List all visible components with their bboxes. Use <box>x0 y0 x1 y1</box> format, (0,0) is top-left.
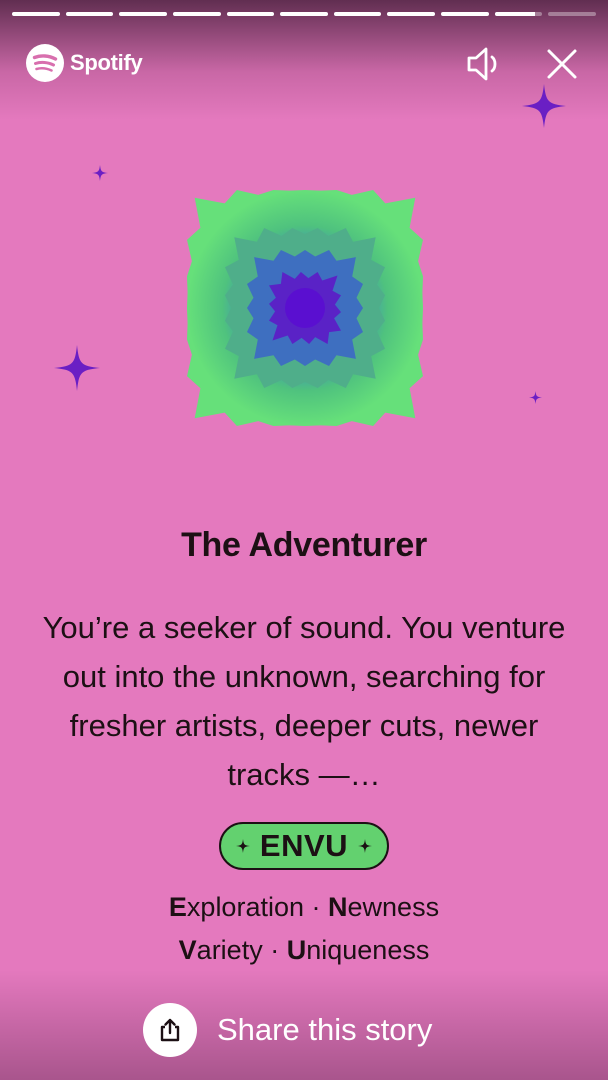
progress-segment <box>65 12 114 16</box>
progress-segment <box>441 12 489 16</box>
trait-newness: Newness <box>328 892 440 922</box>
progress-segment <box>280 12 328 16</box>
story-progress-bar <box>12 12 597 16</box>
progress-segment <box>172 12 221 16</box>
speaker-muted-icon <box>467 47 497 81</box>
sparkle-icon <box>529 391 542 404</box>
progress-segment <box>548 12 597 16</box>
progress-segment-fill <box>494 12 536 16</box>
progress-segment <box>333 12 382 16</box>
progress-segment <box>494 12 543 16</box>
progress-segment-fill <box>119 12 167 16</box>
share-story-button[interactable]: Share this story <box>143 1000 473 1060</box>
persona-code-label: ENVU <box>259 828 349 863</box>
share-icon <box>160 1018 180 1042</box>
brand-name: Spotify <box>70 50 143 75</box>
persona-code-badge: ENVU <box>219 822 389 870</box>
progress-segment <box>387 12 436 16</box>
sparkle-icon <box>92 165 108 181</box>
trait-variety: Variety <box>178 935 263 965</box>
progress-segment <box>119 12 167 16</box>
progress-segment-fill <box>333 12 382 16</box>
traits-line-2: Variety · Uniqueness <box>0 929 608 972</box>
progress-segment <box>226 12 275 16</box>
trait-separator: · <box>270 935 280 965</box>
persona-title: The Adventurer <box>181 526 427 564</box>
progress-segment-fill <box>441 12 489 16</box>
progress-segment-fill <box>12 12 60 16</box>
volume-button[interactable] <box>464 44 504 84</box>
sparkle-icon <box>522 84 566 128</box>
traits-line-1: Exploration · Newness <box>0 886 608 929</box>
persona-description: You’re a seeker of sound. You venture ou… <box>42 610 566 792</box>
share-icon-circle <box>143 1003 197 1057</box>
progress-segment-fill <box>387 12 436 16</box>
trait-exploration: Exploration <box>168 892 304 922</box>
close-button[interactable] <box>542 44 582 84</box>
spotify-brand: Spotify <box>26 44 143 82</box>
sparkle-icon <box>235 839 250 853</box>
sparkle-icon <box>54 345 100 391</box>
progress-segment-fill <box>280 12 328 16</box>
progress-segment-fill <box>65 12 114 16</box>
progress-segment <box>12 12 60 16</box>
progress-segment-fill <box>172 12 221 16</box>
spotify-logo-icon <box>26 44 64 82</box>
adventurer-artwork <box>187 190 423 426</box>
share-story-label: Share this story <box>217 1012 433 1047</box>
close-icon <box>547 49 577 79</box>
trait-uniqueness: Uniqueness <box>286 935 430 965</box>
sparkle-icon <box>358 839 373 853</box>
progress-segment-fill <box>226 12 275 16</box>
starburst-core <box>285 288 325 328</box>
trait-separator: · <box>311 892 321 922</box>
persona-traits: Exploration · Newness Variety · Uniquene… <box>0 886 608 972</box>
